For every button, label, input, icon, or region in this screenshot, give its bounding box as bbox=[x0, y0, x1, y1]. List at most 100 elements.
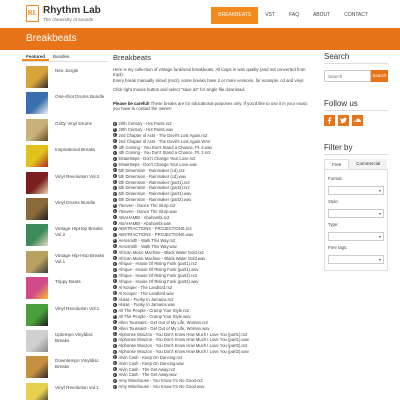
pack-cover-image[interactable] bbox=[26, 197, 48, 220]
style-select[interactable] bbox=[328, 209, 384, 218]
file-link[interactable]: 5th Dimension - Rainmaker (part1).rx2 bbox=[119, 180, 190, 185]
play-icon[interactable] bbox=[113, 337, 117, 342]
file-link[interactable]: Afrique - House Of Rising Funk (part1).w… bbox=[119, 267, 199, 272]
pack-label[interactable]: Gritty Vinyl Drums bbox=[55, 121, 107, 127]
twitter-icon[interactable] bbox=[338, 115, 349, 126]
file-link[interactable]: 20th Century - Hot Pants.wav bbox=[119, 127, 174, 132]
play-icon[interactable] bbox=[113, 191, 117, 196]
pack-item[interactable]: One-shot Drums Bundle bbox=[22, 88, 108, 115]
play-icon[interactable] bbox=[113, 215, 117, 220]
play-icon[interactable] bbox=[113, 297, 117, 302]
play-icon[interactable] bbox=[113, 308, 117, 313]
pack-label[interactable]: Vinyl Revolution vol.1 bbox=[55, 385, 107, 391]
facebook-icon[interactable] bbox=[324, 115, 335, 126]
pack-label[interactable]: Inspirational Breaks bbox=[55, 147, 107, 153]
pack-cover-image[interactable] bbox=[26, 66, 48, 88]
pack-cover-image[interactable] bbox=[26, 250, 48, 273]
play-icon[interactable] bbox=[113, 326, 117, 331]
filter-tab-free[interactable]: Free bbox=[324, 159, 350, 169]
pack-label[interactable]: Trippy Beats bbox=[55, 279, 107, 285]
nav-contact[interactable]: CONTACT bbox=[337, 7, 375, 24]
file-link[interactable]: African Music Machine - Black Water Gold… bbox=[119, 250, 204, 255]
play-icon[interactable] bbox=[113, 133, 117, 138]
pack-label[interactable]: Downtempo Vinyldisc Breaks bbox=[55, 358, 107, 370]
file-link[interactable]: Alvin Cash - The Get Away.rx2 bbox=[119, 367, 176, 372]
pack-cover-image[interactable] bbox=[26, 92, 48, 115]
file-link[interactable]: Alphonse Mouzon - You Don't Know How Muc… bbox=[119, 343, 248, 348]
file-link[interactable]: ABSTRACTIONS - PROJECTIONS.rx2 bbox=[119, 226, 192, 231]
pack-label[interactable]: Vintage Hip-Hop Breaks Vol.1 bbox=[55, 253, 107, 265]
pack-item[interactable]: Inspirational Breaks bbox=[22, 141, 108, 168]
play-icon[interactable] bbox=[113, 127, 117, 132]
file-link[interactable]: 5th Dimension - Rainmaker (part2).rx2 bbox=[119, 185, 190, 190]
play-icon[interactable] bbox=[113, 180, 117, 185]
file-link[interactable]: Allen Toussaint - Get Out of My Life, Wo… bbox=[119, 326, 210, 331]
file-link[interactable]: Afrique - House Of Rising Funk (part2).w… bbox=[119, 279, 199, 284]
file-link[interactable]: Aerosmith - Walk This Way.wav bbox=[119, 244, 177, 249]
pack-cover-image[interactable] bbox=[26, 145, 48, 168]
site-logo[interactable]: RL Rhythm Lab The chemistry of sounds bbox=[26, 5, 146, 25]
type-select[interactable] bbox=[328, 232, 384, 241]
nav-vst[interactable]: VST bbox=[258, 7, 282, 24]
file-link[interactable]: 2nd Chapter of Acts - The Devil's Lost A… bbox=[119, 139, 211, 144]
pack-item[interactable]: Gritty Vinyl Drums bbox=[22, 115, 108, 141]
filter-tab-commercial[interactable]: Commercial bbox=[349, 159, 388, 169]
file-link[interactable]: 7teeven - Dance The Slurp.rx2 bbox=[119, 203, 176, 208]
file-link[interactable]: ABAHAMBI - Abahambi.wav bbox=[119, 221, 172, 226]
file-link[interactable]: All The People - Cramp Your Style.rx2 bbox=[119, 308, 189, 313]
play-icon[interactable] bbox=[113, 285, 117, 290]
file-link[interactable]: Alalac - Funky In Jamaica.wav bbox=[119, 302, 176, 307]
format-select[interactable] bbox=[328, 186, 384, 195]
file-link[interactable]: Alvin Cash - Keep On Dancing.rx2 bbox=[119, 355, 183, 360]
file-link[interactable]: Alphonse Mouzon - You Don't Know How Muc… bbox=[119, 337, 249, 342]
play-icon[interactable] bbox=[113, 349, 117, 354]
play-icon[interactable] bbox=[113, 291, 117, 296]
pack-item[interactable]: Vintage HipHop Breaks Vol.2 bbox=[22, 220, 108, 247]
file-link[interactable]: ABSTRACTIONS - PROJECTIONS.wav bbox=[119, 232, 194, 237]
pack-label[interactable]: Vinyl Drums Bundle bbox=[55, 200, 107, 206]
file-link[interactable]: 5th Dimension - Rainmaker (cd).wav bbox=[119, 174, 187, 179]
pack-item[interactable]: Uptempo Vinyldisc Breaks bbox=[22, 326, 108, 352]
play-icon[interactable] bbox=[113, 221, 117, 226]
file-link[interactable]: Alvin Cash - The Get Away.wav bbox=[119, 372, 177, 377]
file-link[interactable]: 5Stairsteps - Don't Change Your Love.wav bbox=[119, 162, 198, 167]
pack-cover-image[interactable] bbox=[26, 329, 48, 352]
play-icon[interactable] bbox=[113, 238, 117, 243]
pack-cover-image[interactable] bbox=[26, 277, 48, 300]
file-link[interactable]: All The People - Cramp Your Style.wav bbox=[119, 314, 191, 319]
play-icon[interactable] bbox=[113, 302, 117, 307]
pack-item[interactable]: Vinyl Revolution vol.1 bbox=[22, 379, 108, 400]
nav-about[interactable]: ABOUT bbox=[306, 7, 337, 24]
pack-item[interactable]: Vintage Hip-Hop Breaks Vol.1 bbox=[22, 247, 108, 273]
search-button[interactable]: Search bbox=[371, 70, 388, 82]
play-icon[interactable] bbox=[113, 355, 117, 360]
play-icon[interactable] bbox=[113, 250, 117, 255]
tab-featured[interactable]: Featured bbox=[22, 52, 50, 61]
pack-label[interactable]: One-shot Drums Bundle bbox=[55, 94, 107, 100]
file-link[interactable]: African Music Machine - Black Water Gold… bbox=[119, 256, 206, 261]
file-link[interactable]: ABAHAMBI - Abahambi.rx2 bbox=[119, 215, 170, 220]
pack-item[interactable]: Vinyl Revolution Vol.2 bbox=[22, 168, 108, 194]
pack-label[interactable]: Vinyl Revolution Vol.2 bbox=[55, 174, 107, 180]
file-link[interactable]: Amy Winehouse - You Know I'm No Good.wav bbox=[119, 384, 205, 389]
play-icon[interactable] bbox=[113, 121, 117, 126]
pack-cover-image[interactable] bbox=[26, 303, 48, 326]
pack-label[interactable]: Neu Jungle bbox=[55, 68, 107, 74]
file-link[interactable]: 2nd Chapter of Acts - The Devil's Lost A… bbox=[119, 133, 208, 138]
pack-cover-image[interactable] bbox=[26, 356, 48, 379]
file-link[interactable]: 5th Dimension - Rainmaker (cd).rx2 bbox=[119, 168, 185, 173]
play-icon[interactable] bbox=[113, 332, 117, 337]
file-link[interactable]: Al Kooper - The Landlord.rx2 bbox=[119, 285, 173, 290]
pack-item[interactable]: Neu Jungle bbox=[22, 62, 108, 88]
pack-item[interactable]: Vinyl Revolution Vol.1 bbox=[22, 300, 108, 326]
file-link[interactable]: Afrique - House Of Rising Funk (part2).r… bbox=[119, 273, 197, 278]
file-link[interactable]: Afrique - House Of Rising Funk (part1).r… bbox=[119, 261, 197, 266]
pack-cover-image[interactable] bbox=[26, 382, 48, 400]
play-icon[interactable] bbox=[113, 226, 117, 231]
file-link[interactable]: Alphonse Mouzon - You Don't Know How Muc… bbox=[119, 349, 249, 354]
tab-bundles[interactable]: Bundles bbox=[49, 52, 73, 61]
play-icon[interactable] bbox=[113, 139, 117, 144]
pack-cover-image[interactable] bbox=[26, 171, 48, 194]
pack-item[interactable]: Trippy Beats bbox=[22, 273, 108, 300]
play-icon[interactable] bbox=[113, 361, 117, 366]
